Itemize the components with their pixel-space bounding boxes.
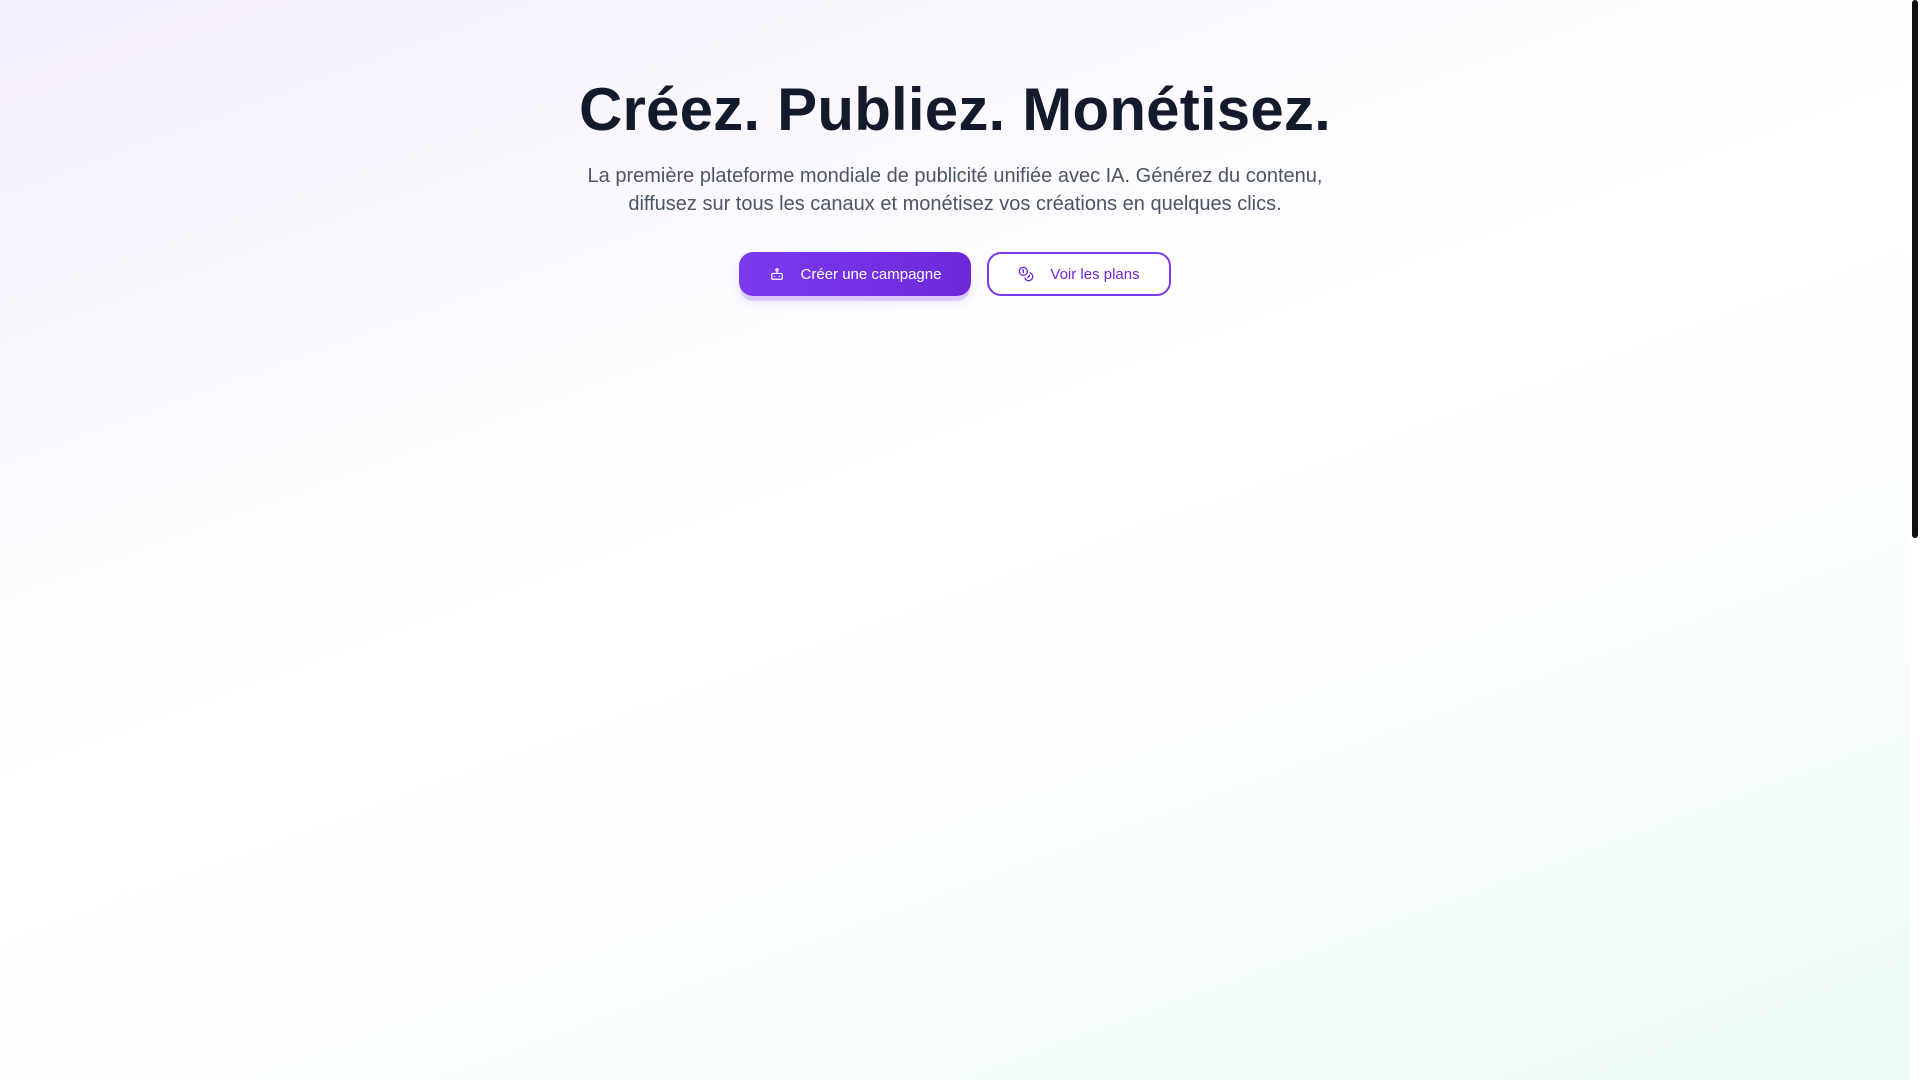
- create-campaign-label: Créer une campagne: [800, 265, 942, 283]
- robot-icon: [769, 266, 785, 282]
- coins-icon: [1018, 266, 1034, 282]
- cta-row: Créer une campagne Voir les plans: [0, 252, 1910, 296]
- hero-title: Créez. Publiez. Monétisez.: [578, 76, 1332, 143]
- landing-page: Créez. Publiez. Monétisez. La première p…: [0, 0, 1910, 1080]
- hero-subtitle: La première plateforme mondiale de publi…: [587, 165, 1323, 215]
- scrollbar-thumb[interactable]: [1912, 0, 1918, 538]
- vertical-scrollbar[interactable]: [1910, 0, 1920, 1080]
- view-plans-button[interactable]: Voir les plans: [987, 252, 1171, 296]
- create-campaign-button[interactable]: Créer une campagne: [739, 252, 971, 296]
- view-plans-label: Voir les plans: [1050, 265, 1140, 283]
